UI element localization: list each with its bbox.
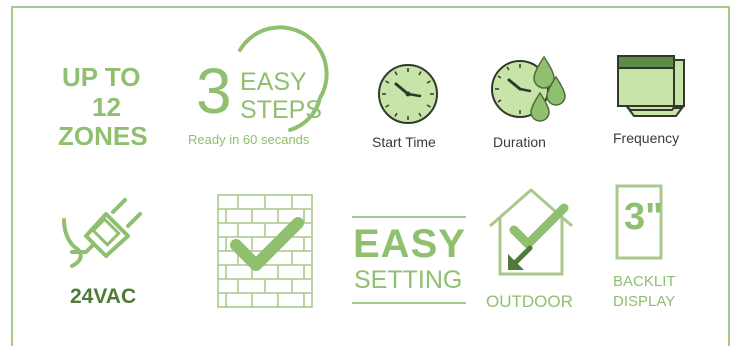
easy-setting-word-2: SETTING: [354, 266, 463, 294]
zones-line-2: 12: [92, 92, 121, 122]
duration-label: Duration: [493, 134, 546, 150]
clock-water-drops-icon: [491, 55, 566, 122]
stacked-calendar-icon: [617, 55, 685, 117]
steps-caption: Ready in 60 secands: [188, 132, 310, 147]
easy-setting-bottom-rule: [352, 302, 466, 304]
house-check-arrow-icon: [489, 188, 573, 276]
power-plug-icon: [62, 198, 142, 268]
display-line-2: DISPLAY: [613, 293, 676, 310]
power-label: 24VAC: [70, 285, 137, 308]
clock-icon: [378, 64, 438, 124]
display-line-1: BACKLIT: [613, 273, 676, 290]
frequency-label: Frequency: [613, 130, 680, 146]
display-digit: 3": [624, 196, 664, 238]
zones-line-3: ZONES: [58, 121, 148, 151]
brick-wall-check-icon: [217, 194, 313, 308]
steps-word-1: EASY: [240, 68, 307, 96]
easy-setting-top-rule: [352, 216, 466, 218]
easy-setting-word-1: EASY: [353, 222, 466, 266]
steps-digit: 3: [196, 55, 232, 127]
outdoor-label: OUTDOOR: [486, 292, 573, 311]
start-time-label: Start Time: [372, 134, 436, 150]
zones-line-1: UP TO: [62, 62, 141, 92]
steps-word-2: STEPS: [240, 96, 322, 124]
